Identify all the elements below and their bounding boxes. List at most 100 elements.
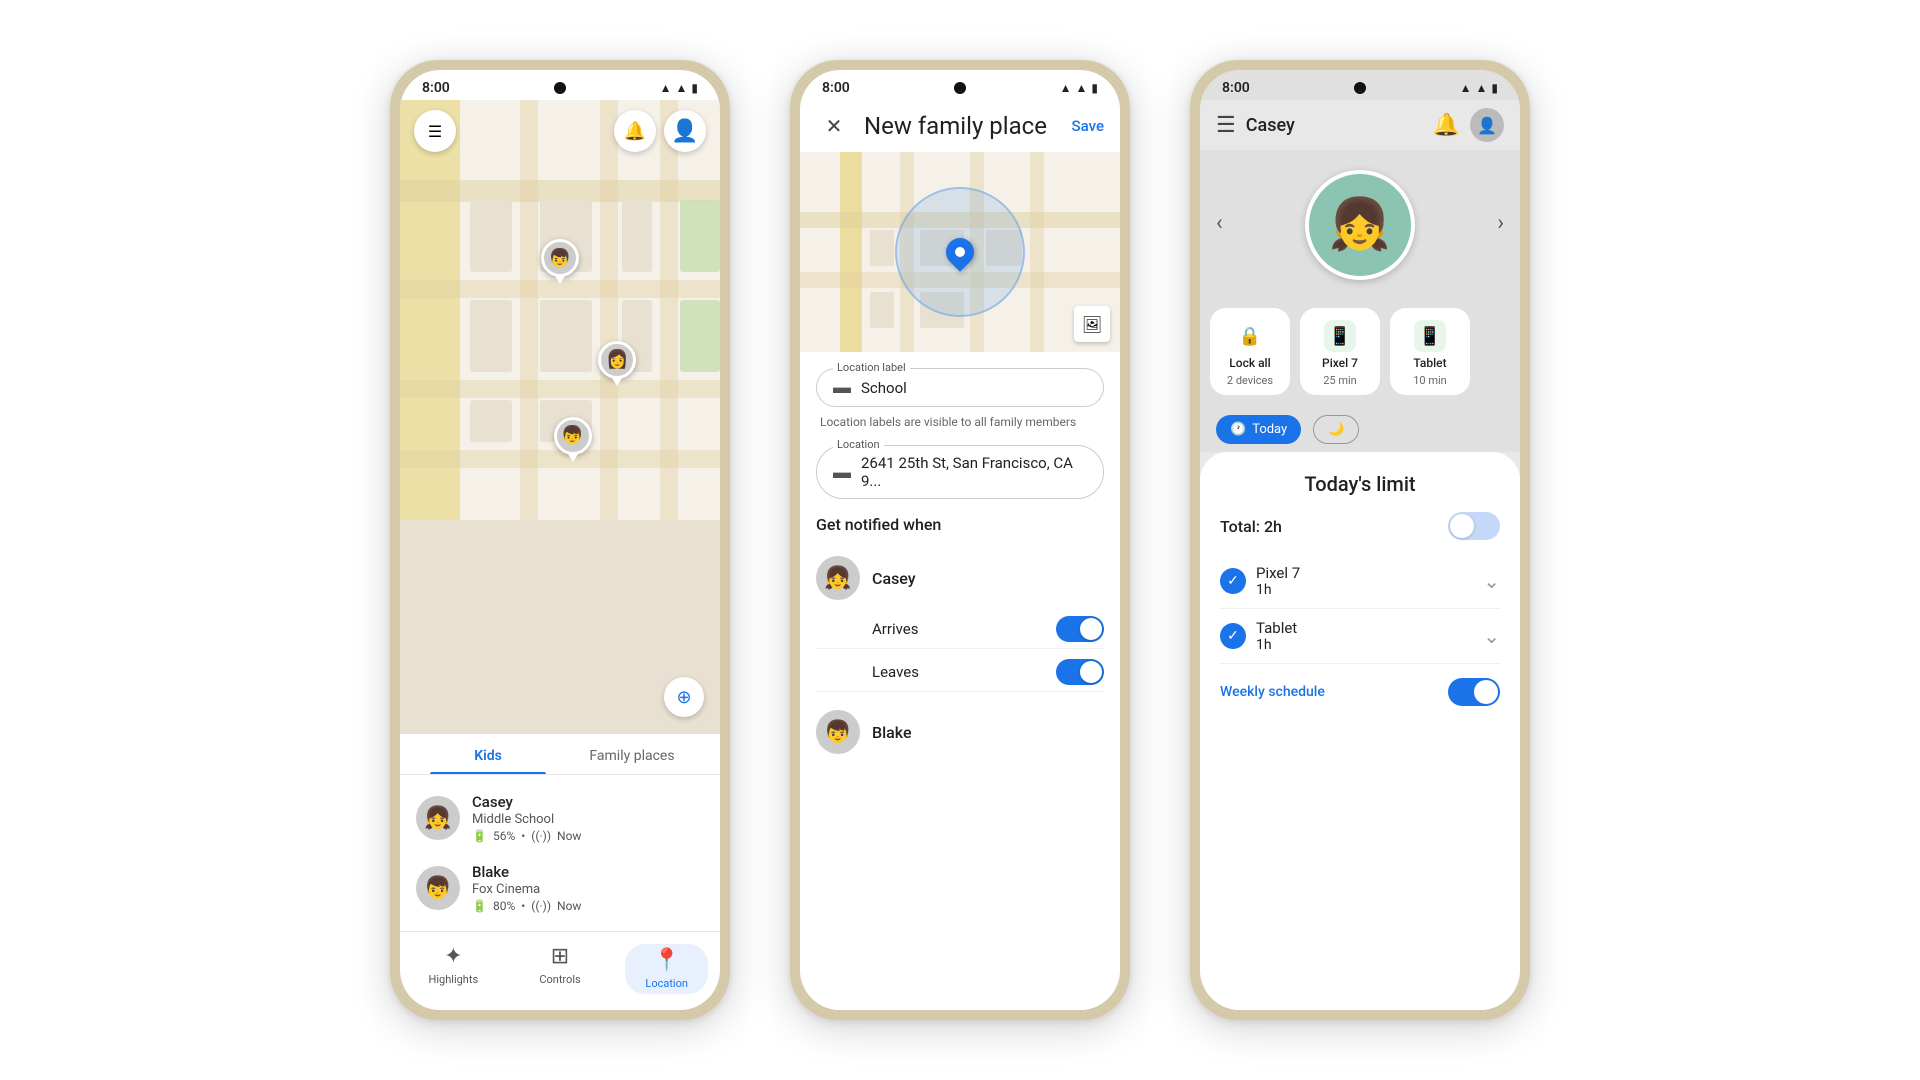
map-pin-3[interactable]: 👦 <box>554 417 592 462</box>
avatar-face-2: 👩 <box>601 344 633 376</box>
wifi-icon: ▲ <box>660 81 672 95</box>
member-item-blake[interactable]: 👦 Blake Fox Cinema 🔋 80% • ((·)) Now <box>400 853 720 923</box>
casey-avatar: 👧 <box>416 796 460 840</box>
notify-section-title: Get notified when <box>816 515 1104 534</box>
today-pill[interactable]: 🕐 Today <box>1216 415 1301 444</box>
nav-item-highlights[interactable]: ✦ Highlights <box>400 940 507 998</box>
blake-dot: • <box>521 899 525 913</box>
save-button[interactable]: Save <box>1072 117 1104 135</box>
status-time-3: 8:00 <box>1222 80 1250 96</box>
p2-map-preview[interactable]: 🖼 <box>800 152 1120 352</box>
pixel7-check: ✓ <box>1220 568 1246 594</box>
nav-item-controls[interactable]: ⊞ Controls <box>507 940 614 998</box>
status-icons-3: ▲ ▲ ▮ <box>1460 81 1498 95</box>
tablet-limit-row: ✓ Tablet 1h ⌄ <box>1220 609 1500 664</box>
location-nav-label: Location <box>645 977 688 990</box>
location-label-field[interactable]: Location label ▬ School <box>816 368 1104 407</box>
tab-kids[interactable]: Kids <box>416 734 560 774</box>
menu-button[interactable]: ☰ <box>414 110 456 152</box>
member-list: 👧 Casey Middle School 🔋 56% • ((·)) Now <box>400 775 720 931</box>
bottom-sheet: Kids Family places 👧 Casey Middle School <box>400 733 720 931</box>
status-icons-2: ▲ ▲ ▮ <box>1060 81 1098 95</box>
phone-3: 8:00 ▲ ▲ ▮ ☰ Casey 🔔 👤 ‹ 👧 <box>1190 60 1530 1020</box>
casey-emoji: 👧 <box>824 566 851 591</box>
map-header: ☰ 🔔 👤 <box>400 110 720 152</box>
blake-status: 🔋 80% • ((·)) Now <box>472 899 704 913</box>
map-area[interactable]: ☰ 🔔 👤 👦 <box>400 100 720 733</box>
p3-profile-area: ‹ 👧 › <box>1200 150 1520 296</box>
lock-all-sub: 2 devices <box>1227 374 1273 387</box>
device-card-pixel7[interactable]: 📱 Pixel 7 25 min <box>1300 308 1380 395</box>
map-pin-2[interactable]: 👩 <box>598 341 636 386</box>
signal-icon: ▲ <box>676 81 688 95</box>
controls-nav-label: Controls <box>539 973 580 986</box>
tablet-check: ✓ <box>1220 623 1246 649</box>
casey-battery-icon: 🔋 <box>472 829 487 843</box>
pixel7-limit-name: Pixel 7 <box>1256 564 1473 582</box>
status-bar-3: 8:00 ▲ ▲ ▮ <box>1200 70 1520 100</box>
device-card-tablet[interactable]: 📱 Tablet 10 min <box>1390 308 1470 395</box>
close-button[interactable]: ✕ <box>816 108 852 144</box>
leaves-toggle[interactable] <box>1056 659 1104 685</box>
member-item-casey[interactable]: 👧 Casey Middle School 🔋 56% • ((·)) Now <box>400 783 720 853</box>
pin-avatar-3: 👦 <box>554 417 592 455</box>
tablet-limit-time: 1h <box>1256 637 1473 653</box>
blake-person-avatar: 👦 <box>816 710 860 754</box>
blake-battery: 80% <box>493 899 515 913</box>
tablet-chevron[interactable]: ⌄ <box>1483 624 1500 648</box>
night-pill[interactable]: 🌙 <box>1313 415 1359 444</box>
location-field-label: Location <box>833 438 884 451</box>
user-avatar-icon: 👤 <box>671 119 698 144</box>
locate-me-button[interactable]: ⊕ <box>664 677 704 717</box>
weekly-schedule-toggle[interactable] <box>1448 678 1500 706</box>
p3-menu-button[interactable]: ☰ <box>1216 113 1236 138</box>
battery-icon-3: ▮ <box>1491 81 1498 95</box>
p3-bell-button[interactable]: 🔔 <box>1433 113 1460 138</box>
signal-icon-2: ▲ <box>1076 81 1088 95</box>
p3-profile-image: 👧 <box>1305 170 1415 280</box>
location-field[interactable]: Location ▬ 2641 25th St, San Francisco, … <box>816 445 1104 499</box>
pixel7-sub: 25 min <box>1323 374 1357 387</box>
prev-profile-button[interactable]: ‹ <box>1216 211 1223 236</box>
casey-status: 🔋 56% • ((·)) Now <box>472 829 704 843</box>
nav-item-location[interactable]: 📍 Location <box>613 940 720 998</box>
phone2-content: ✕ New family place Save <box>800 100 1120 1010</box>
p2-page-title: New family place <box>864 112 1060 140</box>
blake-emoji: 👦 <box>824 720 851 745</box>
pin-tail-3 <box>568 454 578 462</box>
blake-person-name: Blake <box>872 723 1104 742</box>
phone-2: 8:00 ▲ ▲ ▮ ✕ New family place Save <box>790 60 1130 1020</box>
pixel7-chevron[interactable]: ⌄ <box>1483 569 1500 593</box>
phone1-content: ☰ 🔔 👤 👦 <box>400 100 720 1010</box>
total-toggle[interactable] <box>1448 512 1500 540</box>
casey-person-avatar: 👧 <box>816 556 860 600</box>
image-icon: 🖼 <box>1082 315 1102 334</box>
map-pin-1[interactable]: 👦 <box>541 239 579 284</box>
location-nav-icon: 📍 <box>653 948 680 973</box>
pixel7-name: Pixel 7 <box>1322 356 1358 370</box>
next-profile-button[interactable]: › <box>1497 211 1504 236</box>
p3-profile-emoji: 👧 <box>1329 196 1391 254</box>
signal-icon-3: ▲ <box>1476 81 1488 95</box>
casey-battery: 56% <box>493 829 515 843</box>
device-card-lock-all[interactable]: 🔒 Lock all 2 devices <box>1210 308 1290 395</box>
casey-dot: • <box>521 829 525 843</box>
casey-avatar-emoji: 👧 <box>424 806 451 831</box>
status-time-2: 8:00 <box>822 80 850 96</box>
arrives-toggle[interactable] <box>1056 616 1104 642</box>
notify-section: Get notified when 👧 Casey Arrives <box>816 515 1104 764</box>
clock-icon: 🕐 <box>1230 422 1246 437</box>
camera-dot-1 <box>554 82 566 94</box>
hamburger-icon: ☰ <box>428 122 442 141</box>
tab-family-places[interactable]: Family places <box>560 734 704 774</box>
profile-button[interactable]: 👤 <box>664 110 706 152</box>
location-radius-circle <box>895 187 1025 317</box>
weekly-schedule-link[interactable]: Weekly schedule <box>1220 684 1325 700</box>
battery-icon: ▮ <box>691 81 698 95</box>
notification-button[interactable]: 🔔 <box>614 110 656 152</box>
today-label: Today <box>1252 422 1287 437</box>
p3-profile-button[interactable]: 👤 <box>1470 108 1504 142</box>
map-image-button[interactable]: 🖼 <box>1074 306 1110 342</box>
p3-time-row: 🕐 Today 🌙 <box>1200 407 1520 452</box>
wifi-icon-2: ▲ <box>1060 81 1072 95</box>
